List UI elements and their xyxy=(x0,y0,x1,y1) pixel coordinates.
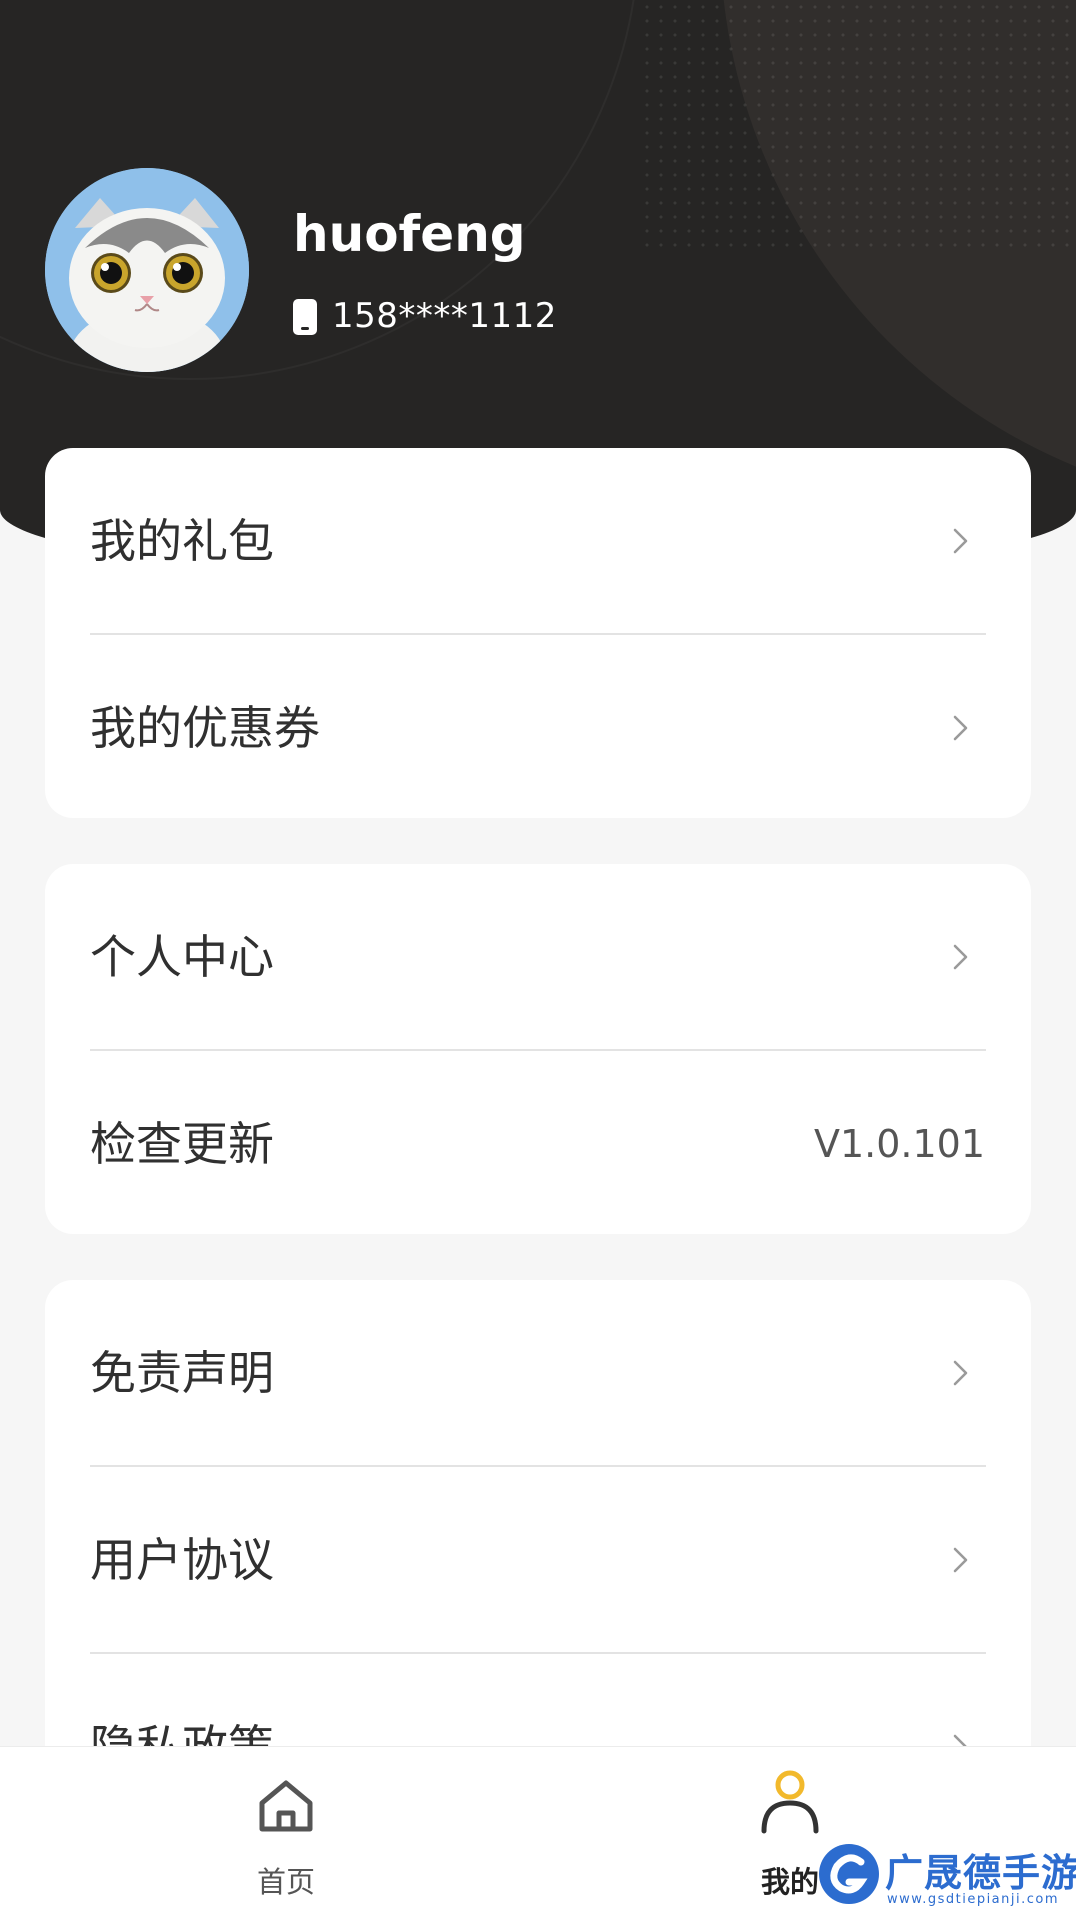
menu-card-account: 个人中心 检查更新 V1.0.101 xyxy=(45,864,1031,1234)
menu-item-label: 个人中心 xyxy=(90,930,274,984)
cat-avatar-icon xyxy=(45,168,249,372)
chevron-right-icon xyxy=(953,528,968,554)
phone-icon xyxy=(293,299,317,335)
menu-item-label: 免责声明 xyxy=(90,1346,274,1400)
menu-item-label: 我的优惠券 xyxy=(90,701,320,755)
chevron-right-icon xyxy=(953,944,968,970)
chevron-right-icon xyxy=(953,1360,968,1386)
nav-label-home: 首页 xyxy=(256,1865,315,1899)
menu-item-label: 检查更新 xyxy=(90,1117,274,1171)
chevron-right-icon xyxy=(953,715,968,741)
home-icon xyxy=(259,1780,313,1832)
user-icon xyxy=(761,1770,819,1834)
phone-number: 158****1112 xyxy=(332,296,557,336)
version-text: V1.0.101 xyxy=(813,1122,985,1166)
menu-item-gift-pack[interactable]: 我的礼包 xyxy=(45,448,1031,634)
nav-item-home[interactable]: 首页 xyxy=(226,1747,346,1916)
watermark-text: 广晟德手游 xyxy=(885,1851,1076,1895)
avatar[interactable] xyxy=(45,168,249,372)
menu-item-personal-center[interactable]: 个人中心 xyxy=(45,864,1031,1050)
menu-item-disclaimer[interactable]: 免责声明 xyxy=(45,1280,1031,1466)
username: huofeng xyxy=(293,205,526,263)
menu-item-check-update[interactable]: 检查更新 V1.0.101 xyxy=(45,1051,1031,1234)
menu-item-label: 用户协议 xyxy=(90,1533,274,1587)
chevron-right-icon xyxy=(953,1547,968,1573)
watermark-url: www.gsdtiepianji.com xyxy=(887,1892,1060,1907)
menu-card-rewards: 我的礼包 我的优惠券 xyxy=(45,448,1031,818)
watermark-logo-icon xyxy=(819,1844,879,1904)
menu-item-user-agreement[interactable]: 用户协议 xyxy=(45,1467,1031,1653)
site-watermark: 广晟德手游 www.gsdtiepianji.com xyxy=(815,1838,1076,1916)
menu-item-coupons[interactable]: 我的优惠券 xyxy=(45,635,1031,818)
menu-item-label: 我的礼包 xyxy=(90,514,274,568)
header-dot-pattern xyxy=(640,0,1076,250)
